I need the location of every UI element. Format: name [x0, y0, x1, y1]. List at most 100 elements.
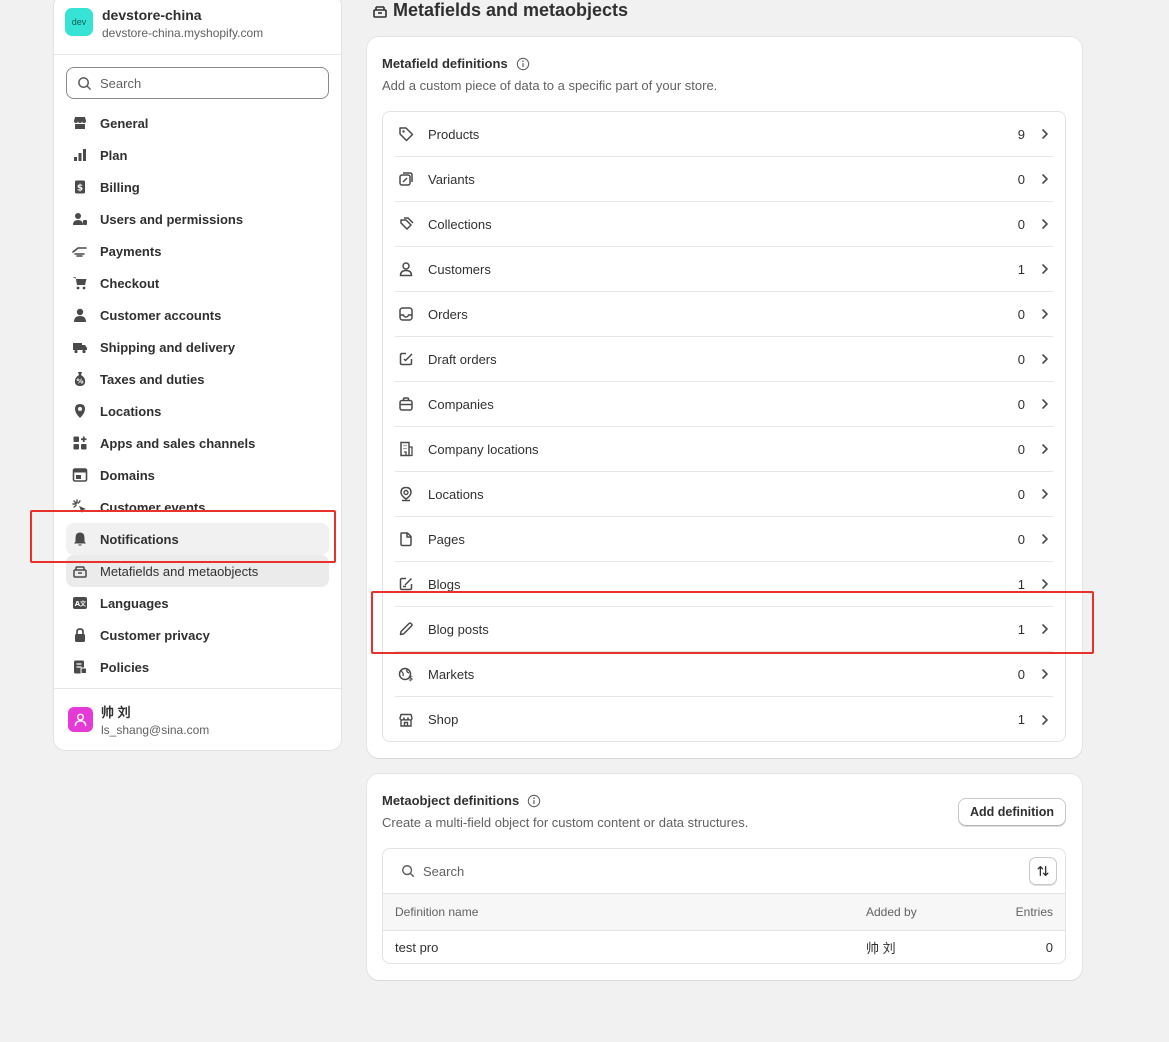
metafield-count: 0 [1017, 396, 1025, 412]
metafield-row-shop[interactable]: Shop 1 [395, 697, 1053, 741]
search-icon [402, 865, 414, 877]
column-added-by[interactable]: Added by [866, 905, 917, 919]
info-icon[interactable] [527, 794, 541, 808]
payments-icon [72, 243, 88, 259]
nav-item-privacy[interactable]: Customer privacy [66, 619, 329, 651]
sort-button[interactable] [1029, 857, 1057, 885]
chevron-right-icon [1042, 669, 1048, 679]
metafield-count: 0 [1017, 351, 1025, 367]
billing-icon: $ [72, 179, 88, 195]
nav-item-apps[interactable]: Apps and sales channels [66, 427, 329, 459]
user-email: ls_shang@sina.com [101, 723, 210, 737]
chevron-right-icon [1042, 534, 1048, 544]
metafield-row-draft-orders[interactable]: Draft orders 0 [395, 337, 1053, 382]
nav-item-metafields[interactable]: Metafields and metaobjects [66, 555, 329, 587]
settings-search-input[interactable]: Search [66, 67, 329, 99]
metafield-row-pages[interactable]: Pages 0 [395, 517, 1053, 562]
definition-name: test pro [395, 939, 439, 955]
metafield-definitions-card: Metafield definitions Add a custom piece… [367, 37, 1082, 758]
globe-icon: $ [398, 666, 414, 683]
nav-item-policies[interactable]: Policies [66, 651, 329, 683]
metafield-row-blog-posts[interactable]: Blog posts 1 [395, 607, 1053, 652]
metafield-count: 1 [1017, 621, 1025, 637]
metafield-definitions-subtitle: Add a custom piece of data to a specific… [382, 78, 718, 93]
blog-icon [398, 576, 414, 592]
table-row[interactable]: test pro 帅 刘 0 [383, 931, 1065, 963]
settings-nav: General Plan $ Billing Users and permiss… [54, 107, 341, 683]
location-icon [72, 403, 88, 419]
metafield-row-collections[interactable]: Collections 0 [395, 202, 1053, 247]
shop-icon [398, 712, 414, 728]
lock-icon [72, 627, 88, 643]
metafield-row-locations[interactable]: Locations 0 [395, 472, 1053, 517]
metafield-row-variants[interactable]: Variants 0 [395, 157, 1053, 202]
chevron-right-icon [1042, 489, 1048, 499]
store-icon [72, 115, 88, 131]
languages-icon: A文 [72, 595, 88, 611]
metafield-row-customers[interactable]: Customers 1 [395, 247, 1053, 292]
store-header[interactable]: dev devstore-china devstore-china.myshop… [54, 0, 341, 55]
variant-icon [398, 171, 414, 187]
column-definition-name[interactable]: Definition name [395, 905, 478, 919]
inbox-icon [398, 306, 414, 322]
metafield-resource-list: Products 9 Variants 0 Collections 0 Cust… [382, 111, 1066, 742]
metafield-count: 1 [1017, 576, 1025, 592]
nav-item-users[interactable]: Users and permissions [66, 203, 329, 235]
user-name: 帅 刘 [101, 705, 131, 720]
metaobject-definitions-heading: Metaobject definitions [382, 793, 541, 808]
add-definition-button[interactable]: Add definition [957, 798, 1066, 826]
nav-item-languages[interactable]: A文 Languages [66, 587, 329, 619]
metafield-count: 0 [1017, 171, 1025, 187]
nav-item-payments[interactable]: Payments [66, 235, 329, 267]
search-icon [78, 76, 91, 90]
entries-count: 0 [1045, 939, 1053, 955]
metafield-count: 0 [1017, 531, 1025, 547]
metaobject-search-input[interactable]: Search [383, 849, 1065, 894]
metaobject-definitions-card: Metaobject definitions Create a multi-fi… [367, 774, 1082, 980]
nav-item-customer-accounts[interactable]: Customer accounts [66, 299, 329, 331]
metafield-row-company-locations[interactable]: Company locations 0 [395, 427, 1053, 472]
nav-item-notifications[interactable]: Notifications [66, 523, 329, 555]
draft-order-icon [398, 351, 414, 367]
metaobject-table: Search Definition name Added by Entries … [382, 848, 1066, 964]
column-entries[interactable]: Entries [1016, 905, 1053, 919]
nav-item-plan[interactable]: Plan [66, 139, 329, 171]
metafield-count: 0 [1017, 486, 1025, 502]
avatar [68, 707, 93, 732]
user-icon [74, 713, 87, 727]
user-account[interactable]: 帅 刘 ls_shang@sina.com [54, 688, 341, 750]
metafield-row-markets[interactable]: $ Markets 0 [395, 652, 1053, 697]
metafield-row-orders[interactable]: Orders 0 [395, 292, 1053, 337]
nav-item-billing[interactable]: $ Billing [66, 171, 329, 203]
apps-icon [72, 435, 88, 451]
metafield-definitions-heading: Metafield definitions [382, 56, 530, 71]
nav-item-shipping[interactable]: Shipping and delivery [66, 331, 329, 363]
nav-item-customer-events[interactable]: Customer events [66, 491, 329, 523]
nav-item-locations[interactable]: Locations [66, 395, 329, 427]
search-placeholder: Search [423, 863, 465, 879]
search-placeholder: Search [100, 75, 142, 91]
added-by: 帅 刘 [866, 940, 896, 956]
chevron-right-icon [1042, 264, 1048, 274]
chevron-right-icon [1042, 129, 1048, 139]
info-icon[interactable] [516, 57, 530, 71]
table-header: Definition name Added by Entries [383, 894, 1065, 931]
building-icon [398, 441, 414, 457]
person-icon [72, 307, 88, 323]
chevron-right-icon [1042, 444, 1048, 454]
nav-item-checkout[interactable]: Checkout [66, 267, 329, 299]
tax-icon: % [72, 371, 88, 387]
metafield-row-companies[interactable]: Companies 0 [395, 382, 1053, 427]
nav-item-domains[interactable]: Domains [66, 459, 329, 491]
truck-icon [72, 339, 88, 355]
nav-item-general[interactable]: General [66, 107, 329, 139]
sort-icon [1037, 865, 1049, 877]
page-title: Metafields and metaobjects [372, 0, 628, 21]
store-badge: dev [65, 8, 93, 36]
nav-item-taxes[interactable]: % Taxes and duties [66, 363, 329, 395]
person-icon [398, 261, 414, 277]
metafield-row-products[interactable]: Products 9 [395, 112, 1053, 157]
chevron-right-icon [1042, 579, 1048, 589]
metafield-count: 0 [1017, 666, 1025, 682]
metafield-row-blogs[interactable]: Blogs 1 [395, 562, 1053, 607]
